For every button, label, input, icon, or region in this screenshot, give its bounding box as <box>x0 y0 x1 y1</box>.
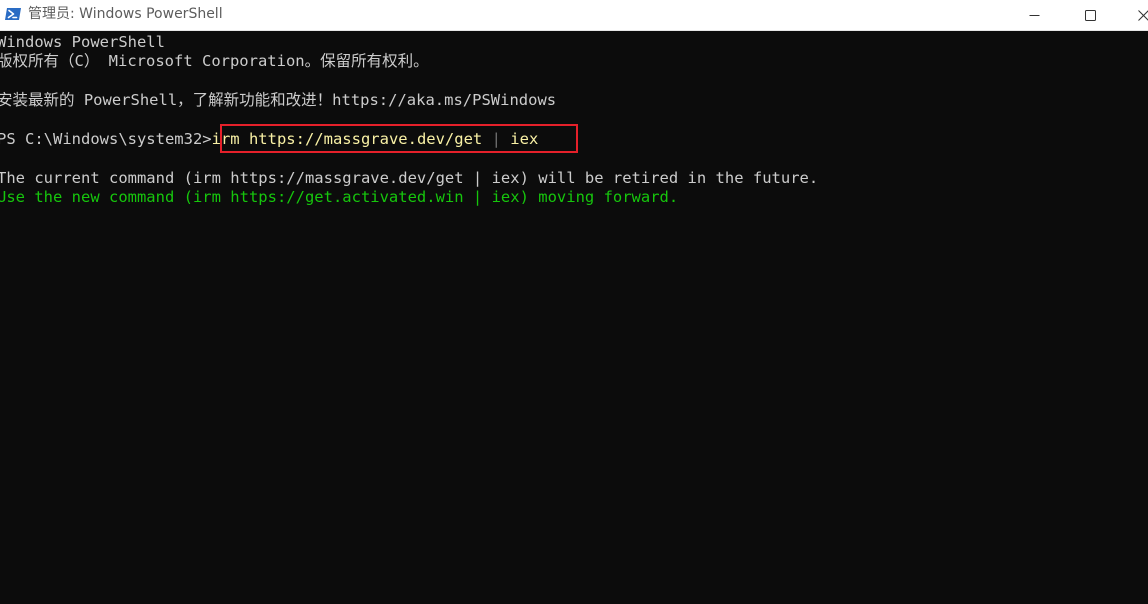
close-button[interactable] <box>1118 0 1148 30</box>
console-output-new-command: Use the new command (irm https://get.act… <box>0 188 679 206</box>
console-line-install-hint: 安装最新的 PowerShell，了解新功能和改进！https://aka.ms… <box>0 91 557 109</box>
maximize-button[interactable] <box>1062 0 1118 30</box>
command-highlight-box <box>220 124 578 153</box>
console-line-copyright: 版权所有（C） Microsoft Corporation。保留所有权利。 <box>0 52 429 70</box>
console-line-header: Windows PowerShell <box>0 33 165 51</box>
powershell-window: 管理员: Windows PowerShell Windows PowerShe… <box>0 0 1148 604</box>
console-output-retire: The current command (irm https://massgra… <box>0 169 819 187</box>
prompt: PS C:\Windows\system32> <box>0 130 212 148</box>
title-bar[interactable]: 管理员: Windows PowerShell <box>0 0 1148 31</box>
close-icon <box>1138 9 1148 21</box>
powershell-icon <box>4 5 22 23</box>
console-area[interactable]: Windows PowerShell 版权所有（C） Microsoft Cor… <box>0 31 1148 604</box>
window-title: 管理员: Windows PowerShell <box>28 6 223 22</box>
minimize-icon <box>1029 10 1040 21</box>
maximize-icon <box>1084 9 1096 21</box>
minimize-button[interactable] <box>1006 0 1062 30</box>
